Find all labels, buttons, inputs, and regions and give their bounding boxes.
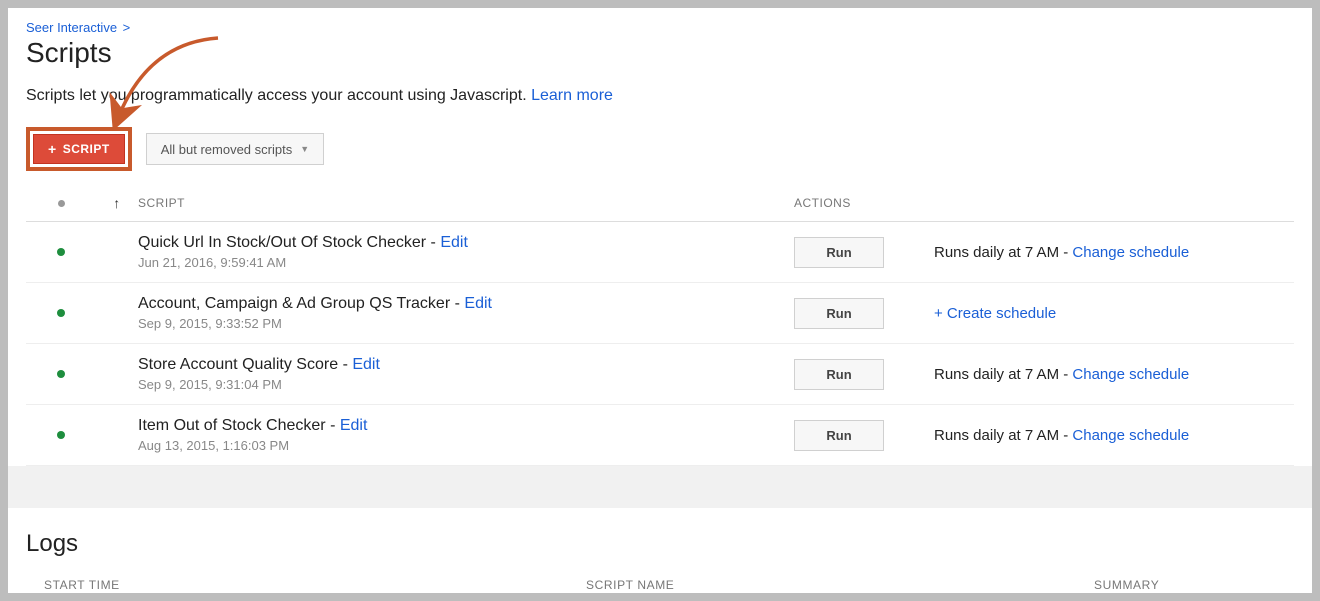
breadcrumb[interactable]: Seer Interactive > [26,20,1294,35]
table-footer-bar [8,466,1312,508]
logs-title: Logs [26,530,1294,558]
script-date: Sep 9, 2015, 9:33:52 PM [138,316,794,331]
table-row: Store Account Quality Score - Edit Sep 9… [26,344,1294,405]
logs-col-summary[interactable]: SUMMARY [1094,578,1294,592]
page-description: Scripts let you programmatically access … [26,87,1294,105]
script-date: Jun 21, 2016, 9:59:41 AM [138,255,794,270]
edit-link[interactable]: Edit [340,417,368,434]
schedule-cell: + Create schedule [934,305,1294,322]
edit-link[interactable]: Edit [440,234,468,251]
script-name: Store Account Quality Score - Edit [138,356,794,374]
script-name: Quick Url In Stock/Out Of Stock Checker … [138,234,794,252]
create-schedule-link[interactable]: + Create schedule [934,305,1056,322]
logs-header-row: START TIME SCRIPT NAME SUMMARY [26,578,1294,593]
new-script-label: SCRIPT [63,142,110,156]
run-button[interactable]: Run [794,420,884,451]
schedule-cell: Runs daily at 7 AM - Change schedule [934,366,1294,383]
plus-icon: + [48,142,57,156]
run-button[interactable]: Run [794,359,884,390]
table-row: Quick Url In Stock/Out Of Stock Checker … [26,222,1294,283]
table-row: Account, Campaign & Ad Group QS Tracker … [26,283,1294,344]
edit-link[interactable]: Edit [352,356,380,373]
script-name: Item Out of Stock Checker - Edit [138,417,794,435]
breadcrumb-sep: > [123,20,131,35]
filter-dropdown[interactable]: All but removed scripts ▼ [146,133,324,165]
logs-col-name[interactable]: SCRIPT NAME [586,578,1094,592]
arrow-up-icon: ↑ [113,195,121,211]
col-sort-header[interactable]: ↑ [96,195,138,211]
breadcrumb-account[interactable]: Seer Interactive [26,20,117,35]
col-actions-header: ACTIONS [794,196,934,210]
run-button[interactable]: Run [794,237,884,268]
edit-link[interactable]: Edit [464,295,492,312]
new-script-button[interactable]: + SCRIPT [33,134,125,164]
col-status-header[interactable] [26,196,96,210]
highlight-annotation: + SCRIPT [26,127,132,171]
learn-more-link[interactable]: Learn more [531,87,613,104]
schedule-link[interactable]: Change schedule [1072,427,1189,444]
schedule-cell: Runs daily at 7 AM - Change schedule [934,427,1294,444]
logs-col-start[interactable]: START TIME [26,578,586,592]
script-name: Account, Campaign & Ad Group QS Tracker … [138,295,794,313]
col-script-header[interactable]: SCRIPT [138,196,794,210]
status-dot-icon [58,200,65,207]
schedule-cell: Runs daily at 7 AM - Change schedule [934,244,1294,261]
schedule-link[interactable]: Change schedule [1072,366,1189,383]
table-header-row: ↑ SCRIPT ACTIONS [26,185,1294,222]
page-title: Scripts [26,37,1294,69]
script-date: Aug 13, 2015, 1:16:03 PM [138,438,794,453]
status-enabled-icon [57,370,65,378]
schedule-link[interactable]: Change schedule [1072,244,1189,261]
scripts-table: ↑ SCRIPT ACTIONS Quick Url In Stock/Out … [26,185,1294,466]
table-row: Item Out of Stock Checker - Edit Aug 13,… [26,405,1294,466]
status-enabled-icon [57,431,65,439]
script-date: Sep 9, 2015, 9:31:04 PM [138,377,794,392]
run-button[interactable]: Run [794,298,884,329]
status-enabled-icon [57,248,65,256]
chevron-down-icon: ▼ [300,144,309,154]
filter-label: All but removed scripts [161,142,293,157]
status-enabled-icon [57,309,65,317]
